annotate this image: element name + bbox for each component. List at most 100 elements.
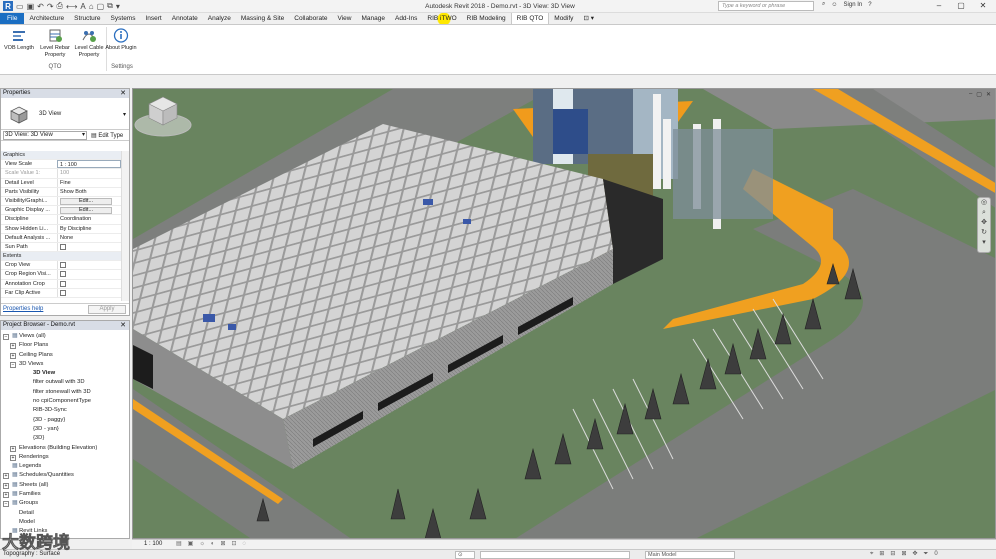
property-value[interactable]: [57, 261, 121, 270]
minimize-icon[interactable]: –: [928, 0, 950, 12]
search-icon[interactable]: ⌕: [822, 1, 825, 8]
tab-rib-itwo[interactable]: RIB iTWO: [422, 13, 462, 24]
select-links-icon[interactable]: ⌖: [870, 550, 873, 559]
properties-help-link[interactable]: Properties help: [3, 306, 43, 312]
tab-analyze[interactable]: Analyze: [203, 13, 236, 24]
instance-selector[interactable]: 3D View: 3D View: [3, 130, 87, 140]
expand-icon[interactable]: +: [3, 482, 9, 489]
edit-type-button[interactable]: ▤ Edit Type: [91, 132, 123, 139]
tab-rib-qto[interactable]: RIB QTO: [510, 13, 550, 24]
tab-file[interactable]: File: [0, 13, 25, 24]
browser-node[interactable]: + Renderings: [1, 453, 129, 462]
model-canvas[interactable]: [133, 89, 996, 539]
property-checkbox[interactable]: [60, 289, 66, 296]
browser-node[interactable]: −3D Views: [1, 360, 129, 369]
browser-node[interactable]: Detail: [1, 509, 129, 518]
browser-node[interactable]: + ▦ Families: [1, 490, 129, 499]
minimize-icon[interactable]: –: [969, 91, 972, 98]
open-icon[interactable]: ▭: [16, 2, 24, 11]
edit-button[interactable]: Edit...: [60, 207, 112, 215]
property-value[interactable]: [57, 288, 121, 297]
select-pinned-icon[interactable]: ⊟: [890, 550, 895, 559]
ribbon-options-icon[interactable]: ⊡ ▾: [578, 13, 599, 24]
revit-logo[interactable]: R: [3, 1, 13, 11]
tab-insert[interactable]: Insert: [140, 13, 166, 24]
browser-node[interactable]: 3D View: [1, 369, 129, 378]
design-options-field[interactable]: [480, 551, 630, 559]
expand-icon[interactable]: +: [10, 445, 16, 452]
tab-manage[interactable]: Manage: [356, 13, 390, 24]
help-icon[interactable]: ?: [868, 2, 871, 8]
maximize-icon[interactable]: ▢: [976, 91, 982, 98]
tab-add-ins[interactable]: Add-Ins: [390, 13, 422, 24]
sign-in-link[interactable]: Sign In: [844, 2, 863, 8]
select-underlay-icon[interactable]: ⊞: [879, 550, 884, 559]
close-icon[interactable]: ✕: [986, 91, 991, 98]
property-value[interactable]: [57, 270, 121, 279]
close-hidden-icon[interactable]: ▢: [97, 2, 105, 11]
crop-icon[interactable]: ⊠: [220, 540, 225, 549]
visual-style-icon[interactable]: ▣: [188, 540, 194, 549]
browser-node[interactable]: filter outwall with 3D: [1, 378, 129, 387]
vob-length-button[interactable]: VOB Length: [2, 28, 36, 52]
expand-icon[interactable]: +: [10, 352, 16, 359]
worksets-field[interactable]: ⊙: [455, 551, 475, 559]
detail-level-icon[interactable]: ▤: [176, 540, 182, 549]
steering-wheel-icon[interactable]: ◎: [978, 198, 990, 208]
property-value[interactable]: [57, 242, 121, 252]
browser-node[interactable]: ▦ Legends: [1, 462, 129, 471]
property-category[interactable]: Extents: [1, 252, 121, 262]
browser-node[interactable]: filter stonewall with 3D: [1, 388, 129, 397]
tab-rib-modeling[interactable]: RIB Modeling: [462, 13, 511, 24]
property-value[interactable]: Fine: [57, 178, 121, 187]
quick-access-dropdown-icon[interactable]: ▾: [116, 2, 120, 11]
property-checkbox[interactable]: [60, 243, 66, 250]
tab-massing-site[interactable]: Massing & Site: [236, 13, 289, 24]
property-value[interactable]: By Discipline: [57, 224, 121, 233]
search-input[interactable]: Type a keyword or phrase: [718, 1, 814, 11]
expand-icon[interactable]: +: [10, 343, 16, 350]
apply-button[interactable]: Apply: [88, 305, 126, 314]
user-icon[interactable]: ☺: [831, 2, 837, 8]
property-value[interactable]: Edit...: [57, 196, 121, 206]
expand-icon[interactable]: +: [10, 454, 16, 461]
zoom-icon[interactable]: ⌕: [978, 208, 990, 218]
property-value[interactable]: None: [57, 233, 121, 242]
collapse-icon[interactable]: −: [3, 501, 9, 508]
maximize-icon[interactable]: ▢: [950, 0, 972, 12]
browser-node[interactable]: + ▦ Schedules/Quantities: [1, 471, 129, 480]
viewcube[interactable]: [133, 89, 193, 139]
browser-node[interactable]: − ▦ Views (all): [1, 332, 129, 341]
browser-node[interactable]: + Elevations (Building Elevation): [1, 444, 129, 453]
orbit-icon[interactable]: ↻: [978, 228, 990, 238]
filter-icon[interactable]: ⏷: [924, 550, 929, 559]
expand-icon[interactable]: +: [3, 473, 9, 480]
tab-annotate[interactable]: Annotate: [167, 13, 203, 24]
property-value[interactable]: 1 : 100: [57, 160, 121, 169]
save-icon[interactable]: ▣: [27, 2, 35, 11]
level-cable-property-button[interactable]: Level Cable Property: [72, 28, 106, 59]
property-checkbox[interactable]: [60, 280, 66, 287]
property-value[interactable]: Edit...: [57, 206, 121, 215]
expand-icon[interactable]: +: [3, 492, 9, 499]
text-icon[interactable]: A: [80, 2, 85, 11]
tab-systems[interactable]: Systems: [106, 13, 141, 24]
main-model-field[interactable]: Main Model: [645, 551, 735, 559]
sun-path-icon[interactable]: ☼: [199, 540, 205, 549]
switch-windows-icon[interactable]: ⧉: [107, 1, 113, 11]
browser-node[interactable]: + ▦ Sheets (all): [1, 481, 129, 490]
tab-architecture[interactable]: Architecture: [24, 13, 69, 24]
close-icon[interactable]: ✕: [120, 89, 126, 98]
browser-node[interactable]: + Floor Plans: [1, 341, 129, 350]
browser-node[interactable]: {3D}: [1, 434, 129, 443]
shadows-icon[interactable]: ◐: [211, 540, 215, 549]
chevron-down-icon[interactable]: ▾: [978, 238, 990, 248]
select-by-face-icon[interactable]: ⊠: [901, 550, 906, 559]
close-icon[interactable]: ✕: [972, 0, 994, 12]
property-checkbox[interactable]: [60, 262, 66, 269]
property-value[interactable]: Show Both: [57, 187, 121, 196]
browser-node[interactable]: Model: [1, 518, 129, 527]
close-icon[interactable]: ✕: [120, 321, 126, 330]
browser-node[interactable]: {3D - yan}: [1, 425, 129, 434]
tab-collaborate[interactable]: Collaborate: [289, 13, 332, 24]
